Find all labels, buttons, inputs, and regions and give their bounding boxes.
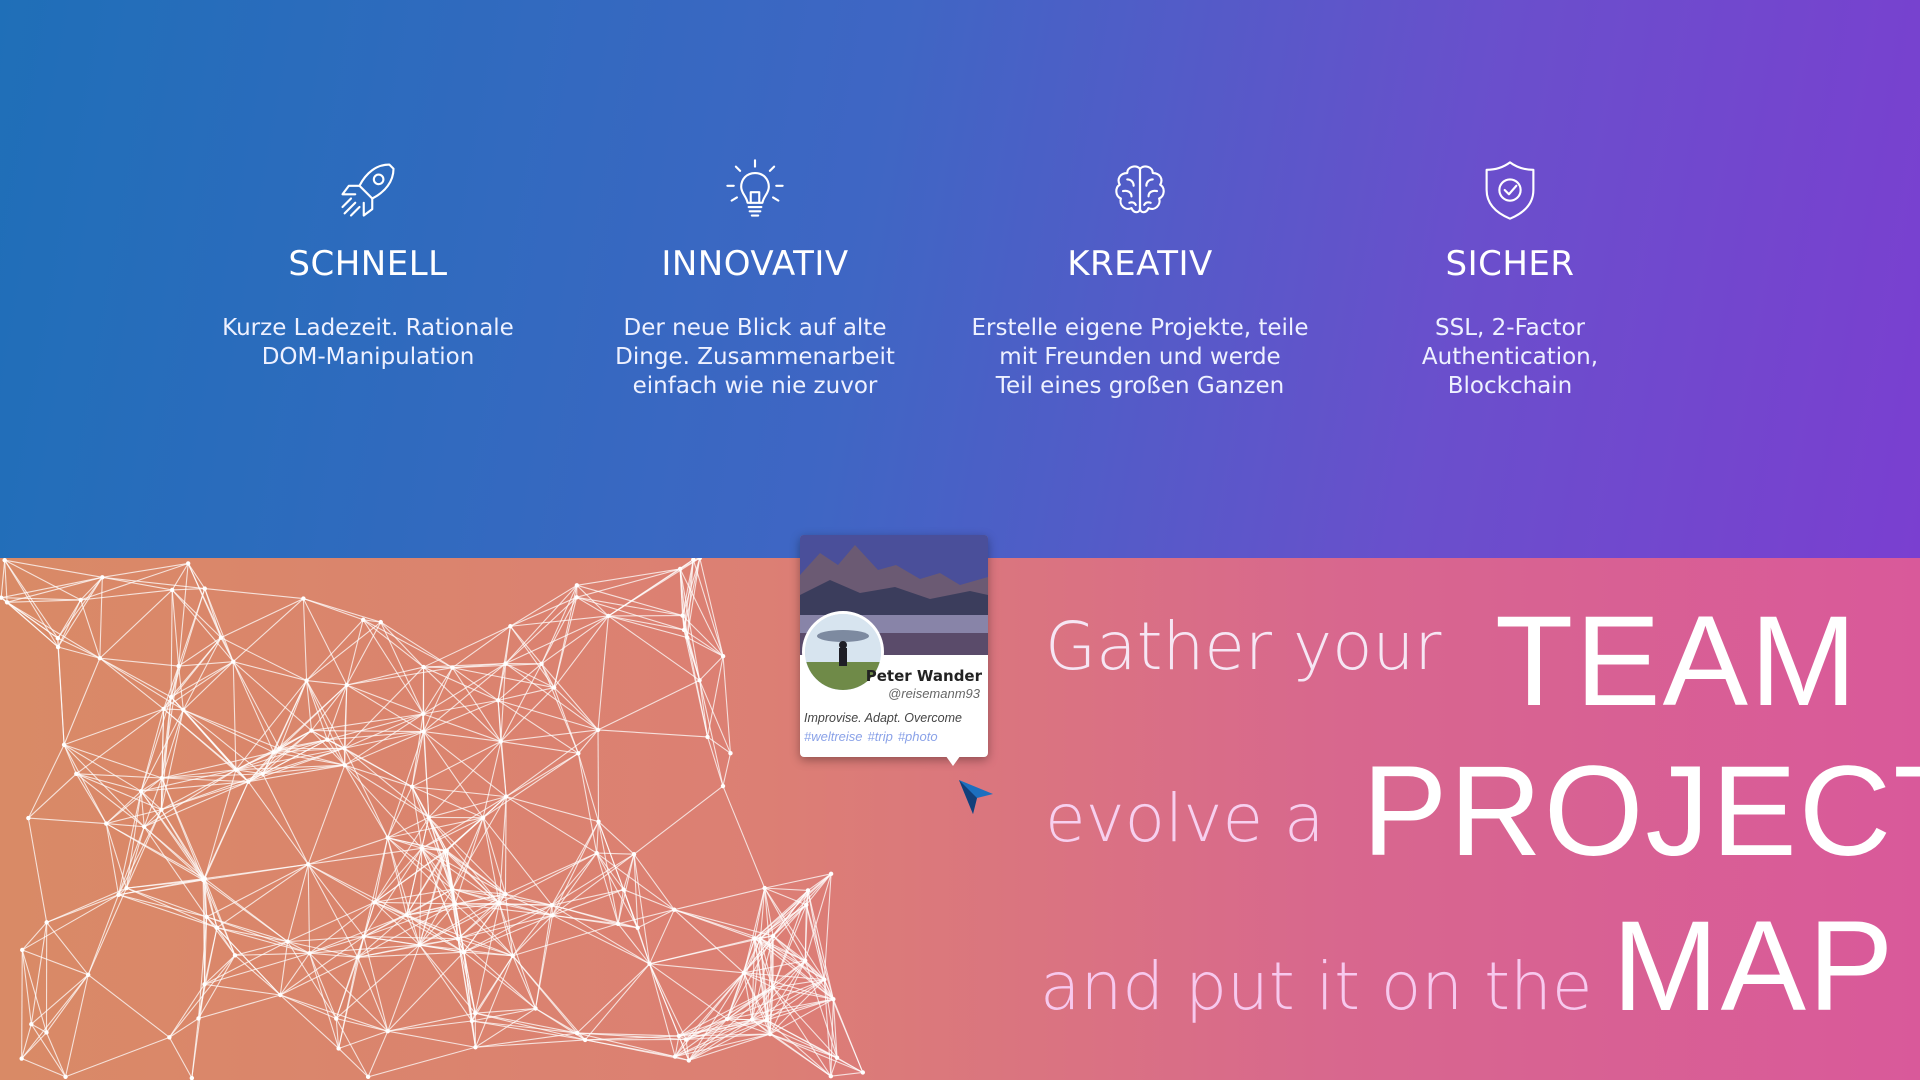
hero-phrase-2: evolve a — [1045, 780, 1325, 857]
profile-name[interactable]: Peter Wander — [866, 667, 982, 685]
hashtag-link[interactable]: #weltreise — [804, 729, 863, 744]
card-pointer — [943, 752, 963, 766]
brain-icon — [950, 150, 1330, 230]
feature-description: SSL, 2-Factor Authentication, Blockchain — [1421, 315, 1599, 399]
profile-handle[interactable]: @reisemanm93 — [888, 686, 980, 701]
feature-title: SICHER — [1445, 244, 1575, 284]
lightbulb-icon — [565, 150, 945, 230]
feature-description: Erstelle eigene Projekte, teile mit Freu… — [971, 315, 1309, 399]
feature-schnell: SCHNELL Kurze Ladezeit. Rationale DOM-Ma… — [178, 150, 558, 372]
feature-description: Kurze Ladezeit. Rationale DOM-Manipulati… — [222, 315, 514, 370]
profile-motto: Improvise. Adapt. Overcome — [804, 711, 962, 725]
feature-kreativ: KREATIV Erstelle eigene Projekte, teile … — [950, 150, 1330, 401]
rocket-icon — [178, 150, 558, 230]
shield-check-icon — [1320, 150, 1700, 230]
map-pin-cursor-icon[interactable] — [955, 776, 997, 818]
hero-word-project: PROJECT — [1362, 740, 1920, 883]
feature-description: Der neue Blick auf alte Dinge. Zusammena… — [615, 315, 895, 399]
feature-innovativ: INNOVATIV Der neue Blick auf alte Dinge.… — [565, 150, 945, 401]
feature-title: KREATIV — [1067, 244, 1213, 284]
hero-phrase-1: Gather your — [1045, 608, 1442, 685]
profile-tags: #weltreise #trip #photo — [804, 729, 943, 744]
hero-phrase-3: and put it on the — [1040, 948, 1593, 1025]
hero-word-team: TEAM — [1495, 590, 1859, 733]
profile-card[interactable]: Peter Wander @reisemanm93 Improvise. Ada… — [800, 535, 988, 757]
hashtag-link[interactable]: #photo — [898, 729, 938, 744]
feature-title: INNOVATIV — [661, 244, 849, 284]
feature-sicher: SICHER SSL, 2-Factor Authentication, Blo… — [1320, 150, 1700, 401]
features-section: SCHNELL Kurze Ladezeit. Rationale DOM-Ma… — [0, 0, 1920, 558]
feature-title: SCHNELL — [288, 244, 448, 284]
hashtag-link[interactable]: #trip — [868, 729, 893, 744]
hero-word-map: MAP — [1612, 895, 1896, 1038]
